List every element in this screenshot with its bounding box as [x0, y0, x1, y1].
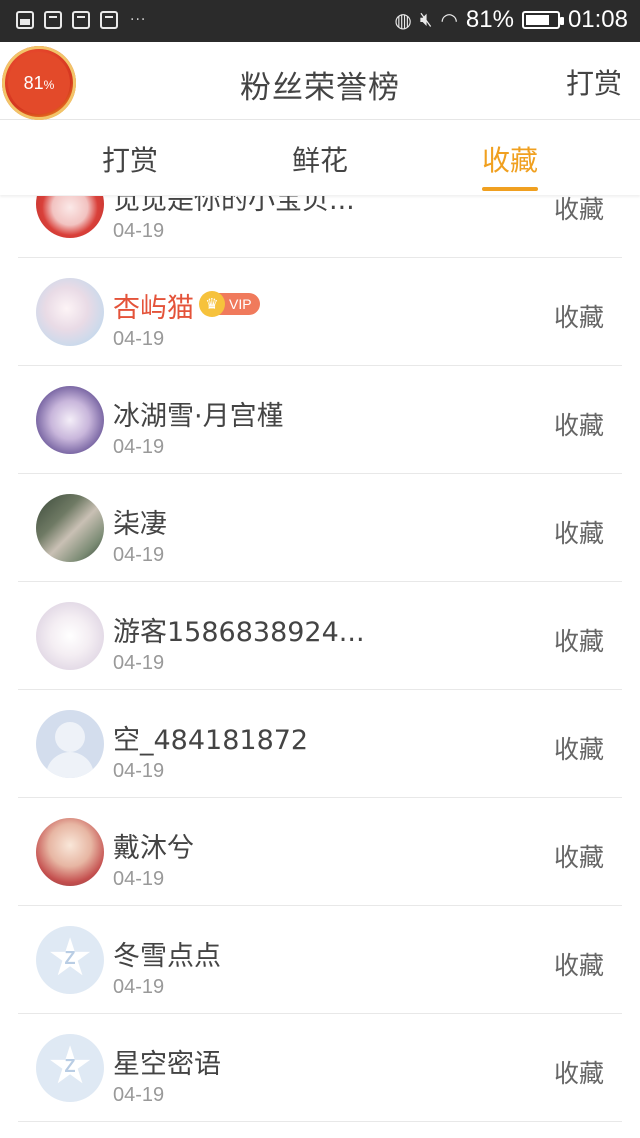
list-item[interactable]: 杏屿猫 ♛ VIP 04-19 收藏 [18, 258, 622, 366]
action-label: 收藏 [553, 1059, 604, 1088]
action-label: 收藏 [553, 303, 604, 332]
action-label: 收藏 [553, 519, 604, 548]
date: 04-19 [113, 652, 165, 674]
avatar[interactable] [36, 386, 104, 454]
star-letter: Z [64, 948, 76, 968]
date: 04-19 [113, 328, 165, 350]
action-label: 收藏 [553, 196, 604, 224]
date: 04-19 [113, 544, 165, 566]
user-name: 冬雪点点 [113, 941, 221, 972]
package-icon [44, 11, 62, 29]
battery-percent: 81% [465, 6, 514, 33]
list-item[interactable]: 空_484181872 04-19 收藏 [18, 690, 622, 798]
action-label: 收藏 [553, 843, 604, 872]
list-item[interactable]: 戴沐兮 04-19 收藏 [18, 798, 622, 906]
user-name: 柒凄 [113, 509, 167, 540]
date: 04-19 [113, 976, 165, 998]
avatar[interactable] [36, 494, 104, 562]
user-name: 杏屿猫 [113, 293, 194, 324]
avatar[interactable] [36, 818, 104, 886]
more-notifications-icon: ··· [130, 12, 147, 28]
user-name: 觅觅是你的小宝贝... [113, 196, 355, 216]
avatar[interactable] [36, 278, 104, 346]
tab-tip[interactable]: 打赏 [70, 139, 190, 179]
date: 04-19 [113, 868, 165, 890]
fan-list[interactable]: 觅觅是你的小宝贝... 04-19 收藏 杏屿猫 ♛ VIP 04-19 收藏 … [18, 196, 622, 1138]
vibrate-icon: ◍ [394, 9, 412, 32]
avatar[interactable] [36, 196, 104, 238]
vip-label: VIP [219, 293, 260, 315]
list-item[interactable]: ★ Z 星空密语 04-19 收藏 [18, 1014, 622, 1122]
silhouette-head [55, 722, 85, 752]
avatar[interactable] [36, 602, 104, 670]
date: 04-19 [113, 760, 165, 782]
mute-icon: 🔇︎ [419, 8, 433, 31]
package-icon [100, 11, 118, 29]
tab-bar: 打赏 鲜花 收藏 [0, 121, 640, 195]
list-item[interactable]: ★ Z 冬雪点点 04-19 收藏 [18, 906, 622, 1014]
package-icon [72, 11, 90, 29]
battery-level [525, 15, 550, 25]
notification-icons: ··· [16, 11, 146, 29]
fan-list-content: 觅觅是你的小宝贝... 04-19 收藏 杏屿猫 ♛ VIP 04-19 收藏 … [18, 196, 622, 1122]
user-name: 戴沐兮 [113, 833, 194, 864]
list-item[interactable]: 游客1586838924... 04-19 收藏 [18, 582, 622, 690]
crown-icon: ♛ [199, 291, 225, 317]
user-name: 星空密语 [113, 1049, 221, 1080]
action-label: 收藏 [553, 627, 604, 656]
default-user-icon[interactable] [36, 710, 104, 778]
list-item[interactable]: 冰湖雪·月宫槿 04-19 收藏 [18, 366, 622, 474]
image-notification-icon [16, 11, 34, 29]
battery-icon [521, 11, 564, 29]
action-label: 收藏 [553, 735, 604, 764]
user-name: 冰湖雪·月宫槿 [113, 401, 284, 432]
date: 04-19 [113, 436, 165, 458]
silhouette-body [46, 752, 94, 778]
vip-badge: ♛ VIP [199, 291, 260, 317]
clock: 01:08 [567, 6, 628, 33]
qq-star-icon[interactable]: ★ Z [36, 1034, 104, 1102]
top-app-bar: 81% 粉丝荣誉榜 打赏 [0, 42, 640, 120]
tab-favorites[interactable]: 收藏 [450, 139, 570, 179]
user-name: 游客1586838924... [113, 617, 365, 648]
action-label: 收藏 [553, 951, 604, 980]
system-status: ◍ 🔇︎ ◠ 81% 01:08 [394, 6, 628, 34]
user-name: 空_484181872 [113, 725, 309, 756]
status-bar: ··· ◍ 🔇︎ ◠ 81% 01:08 [0, 0, 640, 42]
wifi-icon: ◠ [440, 9, 458, 32]
list-item[interactable]: 觅觅是你的小宝贝... 04-19 收藏 [18, 196, 622, 258]
tip-button[interactable]: 打赏 [566, 62, 622, 102]
date: 04-19 [113, 220, 165, 242]
active-tab-indicator [482, 187, 538, 191]
qq-star-icon[interactable]: ★ Z [36, 926, 104, 994]
page-title: 粉丝荣誉榜 [240, 70, 400, 106]
list-item[interactable]: 柒凄 04-19 收藏 [18, 474, 622, 582]
star-letter: Z [64, 1056, 76, 1076]
date: 04-19 [113, 1084, 165, 1106]
action-label: 收藏 [553, 411, 604, 440]
tab-flowers[interactable]: 鲜花 [260, 139, 380, 179]
